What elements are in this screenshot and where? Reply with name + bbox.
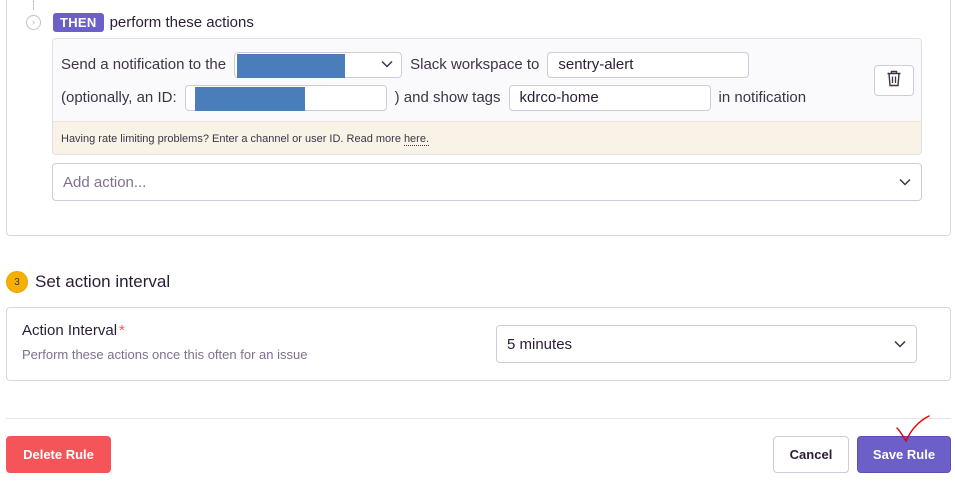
show-tags-label: ) and show tags bbox=[394, 89, 501, 106]
required-mark: * bbox=[119, 322, 125, 339]
slack-action-line-2: (optionally, an ID: ) and show tags kdrc… bbox=[61, 84, 814, 111]
footer-divider bbox=[6, 418, 951, 419]
slack-action-body: Send a notification to the Slack workspa… bbox=[53, 39, 921, 120]
add-action-placeholder: Add action... bbox=[63, 173, 147, 191]
chevron-down-icon bbox=[899, 175, 911, 189]
action-interval-value: 5 minutes bbox=[507, 335, 573, 353]
connector-line bbox=[33, 0, 34, 10]
delete-action-button[interactable] bbox=[874, 65, 914, 96]
tags-input[interactable]: kdrco-home bbox=[508, 84, 711, 111]
then-title: perform these actions bbox=[109, 13, 254, 31]
rate-limit-hint: Having rate limiting problems? Enter a c… bbox=[53, 121, 921, 154]
checkmark-annotation-icon bbox=[895, 414, 931, 449]
slack-action-line-1: Send a notification to the Slack workspa… bbox=[61, 51, 757, 78]
action-interval-select[interactable]: 5 minutes bbox=[496, 325, 917, 363]
send-notification-label: Send a notification to the bbox=[61, 56, 227, 73]
cancel-button[interactable]: Cancel bbox=[773, 436, 849, 473]
then-badge: THEN bbox=[53, 12, 104, 32]
action-interval-card: Action Interval * Perform these actions o… bbox=[6, 307, 951, 381]
slack-action-panel: Send a notification to the Slack workspa… bbox=[52, 38, 922, 155]
chevron-right-icon[interactable]: › bbox=[26, 14, 41, 30]
action-interval-help: Perform these actions once this often fo… bbox=[22, 347, 308, 362]
step-number-badge: 3 bbox=[6, 271, 28, 293]
add-action-select[interactable]: Add action... bbox=[52, 163, 922, 201]
in-notification-label: in notification bbox=[718, 89, 807, 106]
chevron-down-icon bbox=[381, 57, 393, 71]
then-header: › THEN perform these actions bbox=[26, 12, 254, 32]
workspace-select[interactable] bbox=[234, 51, 403, 78]
rate-limit-text: Having rate limiting problems? Enter a c… bbox=[61, 133, 401, 145]
redacted-workspace bbox=[237, 53, 346, 78]
channel-id-input[interactable] bbox=[184, 84, 387, 111]
step-3-header: 3 Set action interval bbox=[6, 270, 170, 294]
workspace-label: Slack workspace to bbox=[410, 56, 540, 73]
optional-id-label: (optionally, an ID: bbox=[61, 89, 177, 106]
action-interval-label: Action Interval * bbox=[22, 322, 125, 339]
redacted-channel-id bbox=[194, 86, 305, 111]
step-title: Set action interval bbox=[35, 272, 171, 291]
rate-limit-link[interactable]: here. bbox=[403, 133, 430, 146]
channel-input[interactable]: sentry-alert bbox=[547, 51, 750, 78]
delete-rule-button[interactable]: Delete Rule bbox=[6, 436, 111, 473]
chevron-down-icon bbox=[894, 337, 906, 351]
trash-icon bbox=[886, 70, 902, 92]
